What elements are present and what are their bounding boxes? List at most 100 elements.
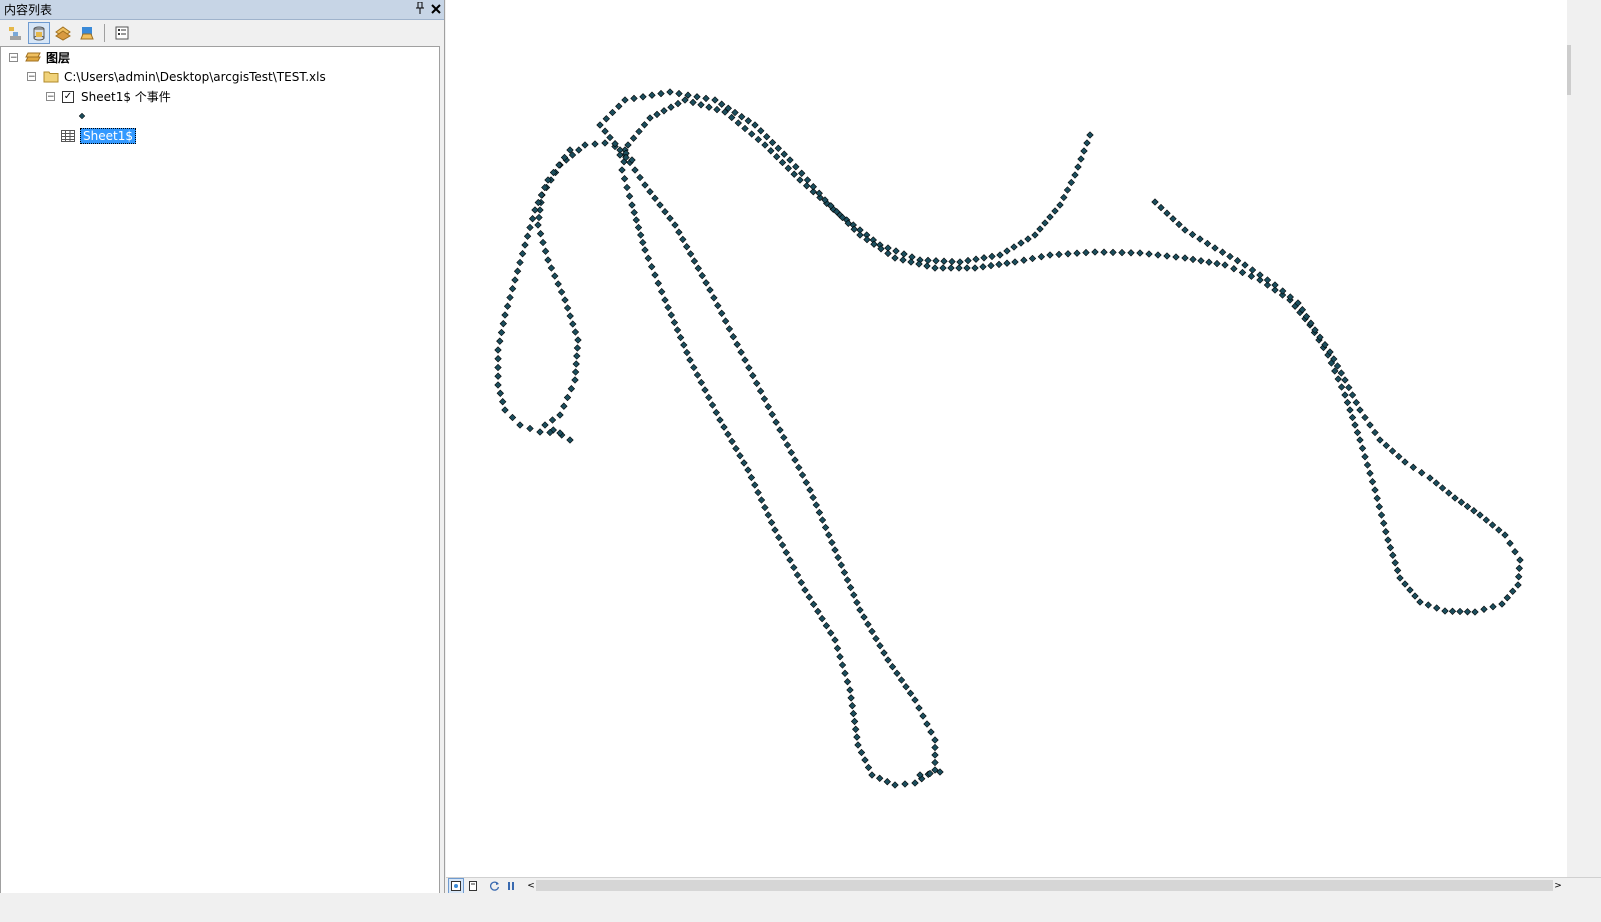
map-point[interactable] xyxy=(883,778,891,786)
map-point[interactable] xyxy=(980,254,988,262)
map-point[interactable] xyxy=(812,501,820,509)
map-point[interactable] xyxy=(1511,548,1519,556)
map-point[interactable] xyxy=(496,389,504,397)
map-point[interactable] xyxy=(833,644,842,652)
map-point[interactable] xyxy=(1011,258,1019,266)
map-point[interactable] xyxy=(508,413,517,422)
map-point[interactable] xyxy=(1127,249,1135,257)
map-point[interactable] xyxy=(901,780,909,788)
map-point[interactable] xyxy=(1476,511,1484,519)
map-point[interactable] xyxy=(1416,598,1424,606)
tree-node-table[interactable]: Sheet1$ xyxy=(61,126,136,145)
map-point[interactable] xyxy=(931,758,939,767)
map-point[interactable] xyxy=(1498,600,1506,608)
map-point[interactable] xyxy=(1017,239,1025,247)
map-point[interactable] xyxy=(767,147,775,155)
data-view-button[interactable] xyxy=(448,878,464,894)
map-point[interactable] xyxy=(718,309,726,317)
map-point[interactable] xyxy=(1371,428,1379,437)
map-point[interactable] xyxy=(1448,607,1457,615)
map-point[interactable] xyxy=(836,653,844,661)
map-point[interactable] xyxy=(790,563,798,572)
map-point[interactable] xyxy=(838,661,847,669)
map-point[interactable] xyxy=(702,94,710,103)
map-point[interactable] xyxy=(646,114,654,122)
map-point[interactable] xyxy=(741,124,749,133)
map-point[interactable] xyxy=(956,258,964,266)
map-point[interactable] xyxy=(518,250,527,258)
map-display[interactable] xyxy=(446,0,1567,877)
map-point[interactable] xyxy=(927,728,935,736)
map-point[interactable] xyxy=(880,649,888,657)
map-point[interactable] xyxy=(1154,251,1162,259)
map-point[interactable] xyxy=(741,356,749,364)
map-point[interactable] xyxy=(523,232,532,240)
map-point[interactable] xyxy=(728,437,736,446)
map-point[interactable] xyxy=(1226,252,1234,261)
map-point[interactable] xyxy=(1046,213,1054,221)
map-point[interactable] xyxy=(1055,250,1063,259)
tree-node-layers-root[interactable]: − 图层 xyxy=(9,48,70,67)
map-point[interactable] xyxy=(919,712,927,720)
map-point[interactable] xyxy=(563,393,572,402)
map-point[interactable] xyxy=(654,279,662,287)
map-point[interactable] xyxy=(971,264,979,272)
map-point[interactable] xyxy=(1163,252,1171,260)
map-point[interactable] xyxy=(775,533,783,542)
map-point[interactable] xyxy=(567,385,576,393)
map-point[interactable] xyxy=(630,208,638,217)
map-point[interactable] xyxy=(1471,608,1479,616)
map-point[interactable] xyxy=(931,264,939,272)
map-point[interactable] xyxy=(623,183,631,192)
map-point[interactable] xyxy=(1109,248,1117,257)
map-point[interactable] xyxy=(1503,594,1511,602)
map-point[interactable] xyxy=(661,208,669,216)
map-point[interactable] xyxy=(503,302,512,310)
map-point[interactable] xyxy=(573,352,581,360)
map-point[interactable] xyxy=(805,593,813,601)
map-point[interactable] xyxy=(828,538,836,547)
map-point[interactable] xyxy=(911,779,919,787)
map-point[interactable] xyxy=(846,583,855,592)
map-point[interactable] xyxy=(571,328,580,336)
map-point[interactable] xyxy=(964,256,972,265)
map-point[interactable] xyxy=(931,743,939,752)
map-point[interactable] xyxy=(1343,398,1352,407)
map-point[interactable] xyxy=(572,360,580,368)
map-point[interactable] xyxy=(644,254,652,262)
map-point[interactable] xyxy=(591,140,599,148)
map-point[interactable] xyxy=(884,656,892,664)
horizontal-scrollbar[interactable] xyxy=(536,880,1553,891)
map-point[interactable] xyxy=(776,426,784,434)
map-point[interactable] xyxy=(876,774,884,782)
map-point[interactable] xyxy=(995,260,1003,269)
map-point[interactable] xyxy=(541,247,550,255)
map-point[interactable] xyxy=(988,252,996,261)
pin-icon[interactable] xyxy=(412,1,428,17)
map-point[interactable] xyxy=(601,127,609,135)
map-point[interactable] xyxy=(1218,248,1227,256)
map-point[interactable] xyxy=(541,421,549,429)
map-point[interactable] xyxy=(911,696,919,704)
map-point[interactable] xyxy=(1063,186,1072,194)
map-point[interactable] xyxy=(773,153,781,161)
map-point[interactable] xyxy=(754,135,762,144)
map-point[interactable] xyxy=(747,473,756,482)
tree-node-event-layer[interactable]: − ✓ Sheet1$ 个事件 xyxy=(46,87,171,106)
map-point[interactable] xyxy=(708,401,717,409)
map-point[interactable] xyxy=(1488,521,1497,529)
map-point[interactable] xyxy=(751,481,759,489)
map-point[interactable] xyxy=(705,103,713,111)
map-point[interactable] xyxy=(575,146,583,154)
map-point[interactable] xyxy=(556,411,564,419)
map-point[interactable] xyxy=(1382,441,1390,450)
map-point[interactable] xyxy=(1189,255,1197,264)
map-point[interactable] xyxy=(618,166,626,174)
map-point[interactable] xyxy=(798,471,807,479)
map-point[interactable] xyxy=(657,89,665,98)
map-point[interactable] xyxy=(778,158,787,167)
map-point[interactable] xyxy=(1263,276,1272,284)
map-point[interactable] xyxy=(783,441,792,449)
map-point[interactable] xyxy=(1031,231,1039,239)
map-point[interactable] xyxy=(780,150,788,158)
